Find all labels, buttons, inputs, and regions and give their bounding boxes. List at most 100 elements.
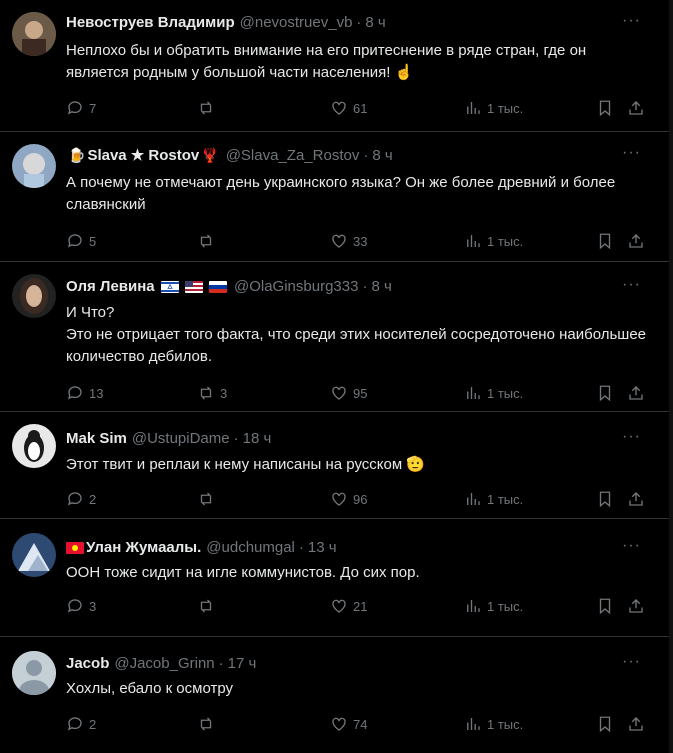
like-button[interactable]: 33: [330, 232, 367, 250]
tweet[interactable]: Jacob @Jacob_Grinn · 17 ч ··· Хохлы, еба…: [0, 637, 669, 753]
tweet-text: Хохлы, ебало к осмотру: [66, 680, 234, 697]
bookmark-button[interactable]: [596, 232, 614, 250]
heart-icon: [332, 599, 346, 613]
bookmark-button[interactable]: [596, 715, 614, 733]
tweet[interactable]: Улан Жумаалы. @udchumgal · 13 ч ··· ООН …: [0, 519, 669, 637]
reply-button[interactable]: 2: [66, 715, 96, 733]
views-count: 1 тыс.: [487, 233, 524, 249]
author-name[interactable]: Slava ★ Rostov: [87, 146, 199, 164]
author-name[interactable]: Jacob: [66, 655, 109, 672]
tweet-header: Оля Левина @OlaGinsburg333 · 8 ч: [66, 278, 392, 295]
reply-icon: [67, 101, 82, 115]
tweet-actions: 5 33 1 тыс.: [66, 232, 647, 252]
retweet-button[interactable]: [197, 715, 220, 733]
avatar[interactable]: [12, 274, 56, 318]
author-handle[interactable]: @Slava_Za_Rostov: [226, 147, 360, 164]
views-count: 1 тыс.: [487, 100, 524, 116]
author-name[interactable]: Mak Sim: [66, 430, 127, 447]
scrollbar-track[interactable]: [669, 0, 673, 753]
author-handle[interactable]: @UstupiDame: [132, 430, 230, 447]
tweet[interactable]: Mak Sim @UstupiDame · 18 ч ··· Этот твит…: [0, 412, 669, 519]
tweet-time[interactable]: 13 ч: [308, 539, 337, 556]
like-count: 96: [353, 491, 368, 507]
tweet[interactable]: Оля Левина @OlaGinsburg333 · 8 ч ··· И Ч…: [0, 262, 669, 412]
more-options-icon[interactable]: ···: [622, 428, 641, 446]
share-button[interactable]: [627, 597, 645, 615]
more-options-icon[interactable]: ···: [622, 276, 641, 294]
tweet-text: Неплохо бы и обратить внимание на его пр…: [66, 42, 591, 81]
retweet-button[interactable]: [197, 99, 220, 117]
more-options-icon[interactable]: ···: [622, 537, 641, 555]
avatar[interactable]: [12, 144, 56, 188]
avatar[interactable]: [12, 533, 56, 577]
tweet-text: И Что? Это не отрицает того факта, что с…: [66, 304, 646, 365]
views-button[interactable]: 1 тыс.: [464, 597, 523, 615]
tweet-text: А почему не отмечают день украинского яз…: [66, 174, 620, 213]
reply-button[interactable]: 3: [66, 597, 96, 615]
bookmark-button[interactable]: [596, 490, 614, 508]
author-handle[interactable]: @nevostruev_vb: [240, 14, 353, 31]
more-options-icon[interactable]: ···: [622, 653, 641, 671]
separator-dot: ·: [233, 430, 239, 447]
heart-icon: [332, 492, 346, 506]
reply-button[interactable]: 13: [66, 384, 103, 402]
share-button[interactable]: [627, 490, 645, 508]
avatar[interactable]: [12, 424, 56, 468]
tweet-time[interactable]: 17 ч: [228, 655, 257, 672]
tweet-time[interactable]: 18 ч: [243, 430, 272, 447]
share-button[interactable]: [627, 232, 645, 250]
like-button[interactable]: 21: [330, 597, 367, 615]
views-button[interactable]: 1 тыс.: [464, 232, 523, 250]
russia-flag-icon: [208, 281, 227, 294]
views-button[interactable]: 1 тыс.: [464, 384, 523, 402]
avatar-image: [12, 424, 56, 468]
avatar[interactable]: [12, 12, 56, 56]
views-count: 1 тыс.: [487, 491, 524, 507]
more-options-icon[interactable]: ···: [622, 12, 641, 30]
avatar[interactable]: [12, 651, 56, 695]
share-icon: [629, 717, 643, 731]
usa-flag-icon: [184, 281, 203, 294]
reply-button[interactable]: 5: [66, 232, 96, 250]
retweet-button[interactable]: 3: [197, 384, 227, 402]
retweet-button[interactable]: [197, 597, 220, 615]
author-name[interactable]: Невоструев Владимир: [66, 14, 235, 31]
views-button[interactable]: 1 тыс.: [464, 715, 523, 733]
retweet-button[interactable]: [197, 490, 220, 508]
share-icon: [629, 234, 643, 248]
author-handle[interactable]: @Jacob_Grinn: [114, 655, 214, 672]
author-name[interactable]: Оля Левина: [66, 278, 155, 295]
tweet-header: 🍺 Slava ★ Rostov 🦞 @Slava_Za_Rostov · 8 …: [66, 146, 393, 165]
tweet-time[interactable]: 8 ч: [372, 147, 392, 164]
reply-button[interactable]: 2: [66, 490, 96, 508]
tweet-header: Mak Sim @UstupiDame · 18 ч: [66, 430, 271, 447]
tweet-actions: 3 21 1 тыс.: [66, 597, 647, 617]
share-button[interactable]: [627, 715, 645, 733]
tweet-time[interactable]: 8 ч: [365, 14, 385, 31]
more-options-icon[interactable]: ···: [622, 144, 641, 162]
views-count: 1 тыс.: [487, 385, 524, 401]
author-name[interactable]: Улан Жумаалы.: [86, 539, 201, 556]
tweet-text: ООН тоже сидит на игле коммунистов. До с…: [66, 564, 420, 581]
bookmark-button[interactable]: [596, 384, 614, 402]
reply-button[interactable]: 7: [66, 99, 96, 117]
like-button[interactable]: 74: [330, 715, 367, 733]
retweet-button[interactable]: [197, 232, 220, 250]
author-handle[interactable]: @udchumgal: [206, 539, 295, 556]
views-button[interactable]: 1 тыс.: [464, 99, 523, 117]
views-button[interactable]: 1 тыс.: [464, 490, 523, 508]
share-button[interactable]: [627, 384, 645, 402]
views-icon: [467, 718, 480, 730]
bookmark-button[interactable]: [596, 597, 614, 615]
share-button[interactable]: [627, 99, 645, 117]
tweet-time[interactable]: 8 ч: [371, 278, 391, 295]
bookmark-button[interactable]: [596, 99, 614, 117]
beer-icon: 🍺: [68, 146, 86, 163]
author-handle[interactable]: @OlaGinsburg333: [234, 278, 358, 295]
tweet[interactable]: 🍺 Slava ★ Rostov 🦞 @Slava_Za_Rostov · 8 …: [0, 132, 669, 262]
avatar-image: [12, 533, 56, 577]
like-button[interactable]: 61: [330, 99, 367, 117]
tweet[interactable]: Невоструев Владимир @nevostruev_vb · 8 ч…: [0, 0, 669, 132]
like-button[interactable]: 96: [330, 490, 367, 508]
like-button[interactable]: 95: [330, 384, 367, 402]
